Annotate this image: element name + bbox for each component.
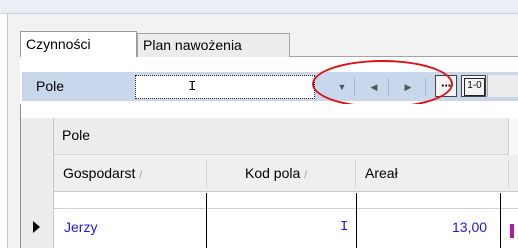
field-label: Pole [36,78,65,94]
column-header-kod-pola[interactable]: Kod pola / [245,165,355,181]
tab-czynnosci[interactable]: Czynności [20,31,137,57]
red-highlight-ellipse [312,60,453,108]
sort-indicator-icon: / [304,169,308,181]
one-zero-button[interactable]: 1-0 [461,75,486,97]
field-select-input[interactable]: I [135,75,315,99]
column-gridline [356,193,357,248]
group-by-row [21,118,518,155]
column-gridline [500,193,501,248]
column-header-gospodarstwo[interactable]: Gospodarst / [63,165,193,181]
cell-gospodarstwo[interactable]: Jerzy [64,219,97,235]
column-header-label: Kod pola [245,165,301,181]
group-by-edge-cell [508,118,518,155]
field-select-value: I [188,79,197,95]
column-separator [508,160,509,188]
column-header-label: Areał [365,165,398,181]
current-row-arrow-icon [33,221,40,233]
column-header-label: Gospodarst [63,165,136,181]
column-gridline [206,193,207,248]
tab-plan-nawozenia[interactable]: Plan nawożenia [137,33,290,57]
one-zero-icon: 1-0 [464,78,485,96]
cell-areal[interactable]: 13,00 [452,219,487,235]
column-separator [206,160,207,188]
window-top-strip [0,0,518,14]
next-cell-fragment [510,224,514,238]
cell-kod-pola[interactable]: I [340,219,348,235]
column-header-areal[interactable]: Areał [365,165,485,181]
sort-indicator-icon: / [139,169,143,181]
column-separator [355,160,356,188]
toolbar-overflow [487,75,518,97]
row-divider [54,208,518,209]
group-by-label[interactable]: Pole [62,127,90,143]
table-row[interactable] [54,210,518,248]
